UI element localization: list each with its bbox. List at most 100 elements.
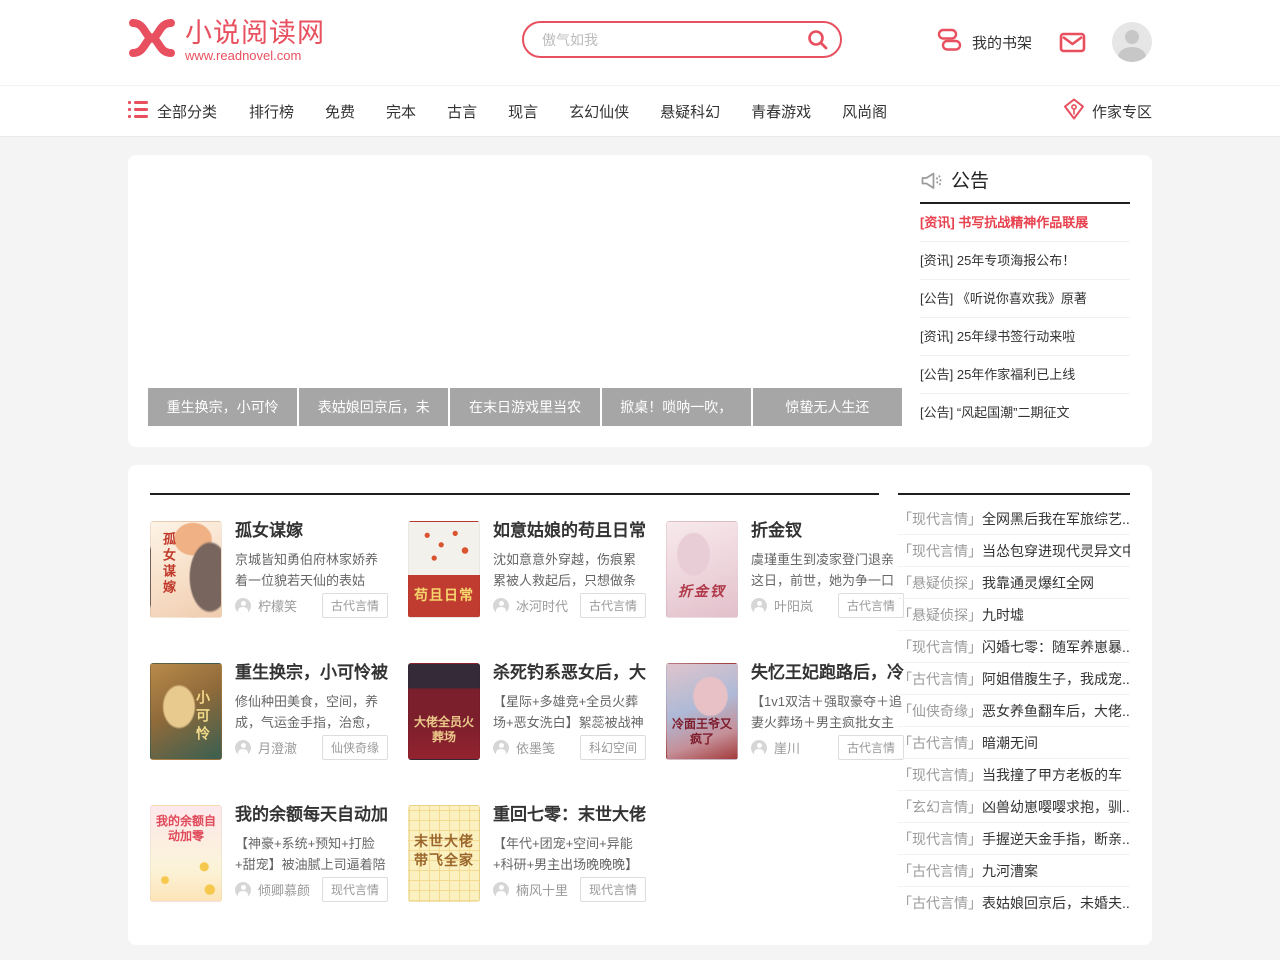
book-cover[interactable]: 我的余额自动加零	[150, 805, 222, 902]
logo-knot-icon	[128, 16, 176, 65]
book-cover[interactable]: 大佬全员火葬场	[408, 663, 480, 760]
book-card[interactable]: 冷面王爷又疯了 失忆王妃跑路后，冷 【1v1双洁＋强取豪夺＋追妻火葬场＋男主疯批…	[666, 663, 904, 760]
carousel-tab[interactable]: 重生换宗，小可怜	[148, 388, 297, 426]
author-avatar-icon	[235, 882, 251, 898]
book-title[interactable]: 重生换宗，小可怜被	[235, 663, 388, 683]
nav-item-ranking[interactable]: 排行榜	[249, 101, 294, 122]
book-card[interactable]: 苟且日常 如意姑娘的苟且日常 沈如意意外穿越，伤痕累累被人救起后，只想做条咸鱼 …	[408, 521, 646, 618]
site-url: www.readnovel.com	[185, 48, 325, 63]
pen-nib-icon	[1063, 98, 1085, 124]
book-cover[interactable]: 冷面王爷又疯了	[666, 663, 738, 760]
book-grid-panel: 孤女谋嫁 孤女谋嫁 京城皆知勇伯府林家娇养着一位貌若天仙的表姑娘，直 柠檬笑 古…	[150, 483, 879, 925]
book-card[interactable]: 折金钗 折金钗 虞瑾重生到凌家登门退亲这日，前世，她为争一口气， 叶阳岚 古代言…	[666, 521, 904, 618]
announcements-title: 公告	[951, 171, 989, 193]
author-avatar-icon	[493, 882, 509, 898]
book-desc: 【年代+团宠+空间+异能+科研+男主出场晚晚晚】	[493, 833, 646, 875]
my-bookshelf-button[interactable]: 我的书架	[935, 27, 1032, 58]
book-category-tag: 现代言情	[580, 877, 646, 902]
nav-item-youth[interactable]: 青春游戏	[751, 101, 811, 122]
author-avatar-icon	[235, 598, 251, 614]
search-box	[522, 21, 842, 58]
book-cover[interactable]: 折金钗	[666, 521, 738, 618]
book-cover[interactable]: 末世大佬带飞全家	[408, 805, 480, 902]
book-title[interactable]: 折金钗	[751, 521, 904, 541]
announcement-item[interactable]: [公告] 《听说你喜欢我》原著	[920, 280, 1130, 318]
book-cover[interactable]: 孤女谋嫁	[150, 521, 222, 618]
nav-item-free[interactable]: 免费	[325, 101, 355, 122]
ranking-item[interactable]: 「现代言情」全网黑后我在军旅综艺...	[898, 503, 1130, 535]
book-title[interactable]: 我的余额每天自动加	[235, 805, 388, 825]
ranking-item[interactable]: 「现代言情」当我撞了甲方老板的车	[898, 759, 1130, 791]
book-category-tag: 古代言情	[322, 593, 388, 618]
author-avatar-icon	[751, 598, 767, 614]
ranking-item[interactable]: 「玄幻言情」凶兽幼崽嘤嘤求抱，驯...	[898, 791, 1130, 823]
ranking-item[interactable]: 「古代言情」九河漕案	[898, 855, 1130, 887]
book-title[interactable]: 孤女谋嫁	[235, 521, 388, 541]
author-avatar-icon	[235, 740, 251, 756]
book-card[interactable]: 大佬全员火葬场 杀死钓系恶女后，大 【星际+多雄竞+全员火葬场+恶女洗白】絮蕊被…	[408, 663, 646, 760]
mail-icon[interactable]	[1059, 31, 1086, 54]
bookshelf-icon	[935, 27, 963, 58]
announcement-item[interactable]: [资讯] 书写抗战精神作品联展	[920, 204, 1130, 242]
book-author: 倾卿慕颜	[258, 880, 322, 899]
book-category-tag: 古代言情	[580, 593, 646, 618]
ranking-item[interactable]: 「仙侠奇缘」恶女养鱼翻车后，大佬...	[898, 695, 1130, 727]
book-title[interactable]: 重回七零：末世大佬	[493, 805, 646, 825]
top-header: 小说阅读网 www.readnovel.com	[0, 0, 1280, 85]
book-card[interactable]: 我的余额自动加零 我的余额每天自动加 【神豪+系统+预知+打脸+甜宠】被油腻上司…	[150, 805, 388, 902]
nav-item-fantasy[interactable]: 玄幻仙侠	[569, 101, 629, 122]
user-avatar[interactable]	[1112, 22, 1152, 62]
carousel-tab[interactable]: 掀桌！唢呐一吹，	[602, 388, 751, 426]
site-name: 小说阅读网	[185, 18, 325, 48]
nav-item-finished[interactable]: 完本	[386, 101, 416, 122]
nav-all-categories[interactable]: 全部分类	[128, 101, 217, 122]
book-category-tag: 古代言情	[838, 735, 904, 760]
nav-item-guyan[interactable]: 古言	[447, 101, 477, 122]
announcement-item[interactable]: [资讯] 25年绿书签行动来啦	[920, 318, 1130, 356]
book-card[interactable]: 末世大佬带飞全家 重回七零：末世大佬 【年代+团宠+空间+异能+科研+男主出场晚…	[408, 805, 646, 902]
carousel-tab[interactable]: 在末日游戏里当农	[450, 388, 599, 426]
book-grid-header	[150, 483, 879, 495]
book-author: 崖川	[774, 738, 838, 757]
author-avatar-icon	[493, 740, 509, 756]
ranking-item[interactable]: 「古代言情」阿姐借腹生子，我成宠...	[898, 663, 1130, 695]
book-title[interactable]: 失忆王妃跑路后，冷	[751, 663, 904, 683]
ranking-list: 「现代言情」全网黑后我在军旅综艺... 「现代言情」当怂包穿进现代灵异文中 「悬…	[898, 503, 1130, 919]
book-cover[interactable]: 苟且日常	[408, 521, 480, 618]
ranking-item[interactable]: 「现代言情」手握逆天金手指，断亲...	[898, 823, 1130, 855]
ranking-item[interactable]: 「古代言情」暗潮无间	[898, 727, 1130, 759]
ranking-panel: 「现代言情」全网黑后我在军旅综艺... 「现代言情」当怂包穿进现代灵异文中 「悬…	[898, 483, 1130, 925]
ranking-item[interactable]: 「现代言情」当怂包穿进现代灵异文中	[898, 535, 1130, 567]
nav-item-xianyan[interactable]: 现言	[508, 101, 538, 122]
book-category-tag: 科幻空间	[580, 735, 646, 760]
book-card[interactable]: 孤女谋嫁 孤女谋嫁 京城皆知勇伯府林家娇养着一位貌若天仙的表姑娘，直 柠檬笑 古…	[150, 521, 388, 618]
book-title[interactable]: 杀死钓系恶女后，大	[493, 663, 646, 683]
announcement-item[interactable]: [公告] 25年作家福利已上线	[920, 356, 1130, 394]
banner-section: 重生换宗，小可怜 表姑娘回京后，未 在末日游戏里当农 掀桌！唢呐一吹， 惊蛰无人…	[128, 155, 1152, 447]
book-cover[interactable]: 小可怜	[150, 663, 222, 760]
book-desc: 修仙种田美食，空间，养成，气运金手指，治愈，团	[235, 691, 388, 733]
book-author: 柠檬笑	[258, 596, 322, 615]
nav-item-suspense[interactable]: 悬疑科幻	[660, 101, 720, 122]
book-category-tag: 仙侠奇缘	[322, 735, 388, 760]
bookshelf-label: 我的书架	[972, 32, 1032, 53]
book-title[interactable]: 如意姑娘的苟且日常	[493, 521, 646, 541]
ranking-item[interactable]: 「悬疑侦探」我靠通灵爆红全网	[898, 567, 1130, 599]
carousel-tab[interactable]: 惊蛰无人生还	[753, 388, 902, 426]
announcement-item[interactable]: [资讯] 25年专项海报公布！	[920, 242, 1130, 280]
author-avatar-icon	[751, 740, 767, 756]
writer-zone-link[interactable]: 作家专区	[1063, 98, 1152, 124]
page-bottom-gap	[128, 945, 1152, 959]
book-desc: 【星际+多雄竞+全员火葬场+恶女洗白】絮蕊被战神	[493, 691, 646, 733]
book-category-tag: 古代言情	[838, 593, 904, 618]
nav-item-fashion[interactable]: 风尚阁	[842, 101, 887, 122]
search-icon[interactable]	[806, 28, 830, 52]
site-logo[interactable]: 小说阅读网 www.readnovel.com	[128, 16, 325, 65]
carousel-tab[interactable]: 表姑娘回京后，未	[299, 388, 448, 426]
ranking-item[interactable]: 「悬疑侦探」九时墟	[898, 599, 1130, 631]
ranking-item[interactable]: 「古代言情」表姑娘回京后，未婚夫...	[898, 887, 1130, 919]
announcement-item[interactable]: [公告] “风起国潮”二期征文	[920, 394, 1130, 432]
book-card[interactable]: 小可怜 重生换宗，小可怜被 修仙种田美食，空间，养成，气运金手指，治愈，团 月澄…	[150, 663, 388, 760]
search-input[interactable]	[542, 32, 800, 48]
ranking-item[interactable]: 「现代言情」闪婚七零：随军养崽暴...	[898, 631, 1130, 663]
